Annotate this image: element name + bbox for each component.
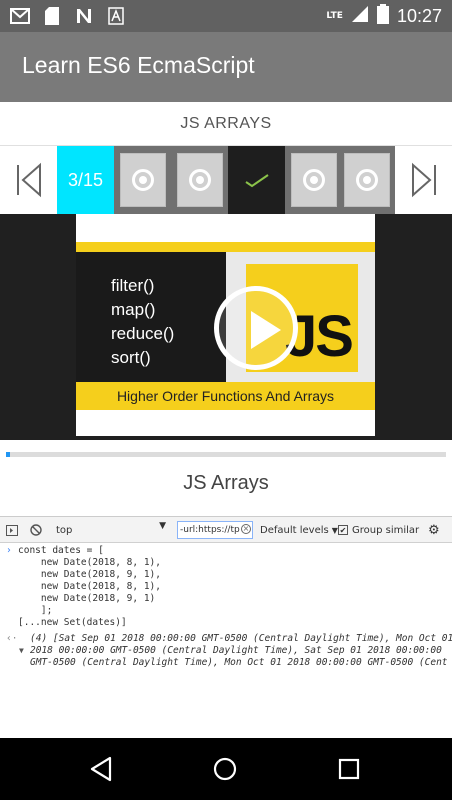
sidebar-icon: [6, 524, 18, 536]
play-button[interactable]: [214, 286, 298, 370]
group-similar-label: Group similar: [352, 524, 420, 536]
skip-previous-icon: [16, 162, 41, 198]
record-icon: [302, 169, 325, 191]
font-a-icon: [106, 6, 126, 26]
console-input-line: new Date(2018, 9, 1),: [18, 569, 161, 580]
console-settings-button[interactable]: ⚙: [428, 517, 440, 543]
dropdown-arrow-icon: ▼: [331, 525, 338, 535]
next-lesson-button[interactable]: [395, 146, 452, 214]
n-app-icon: [74, 6, 94, 26]
clear-console-button[interactable]: [30, 517, 42, 543]
skip-next-icon: [411, 162, 436, 198]
console-input-line: new Date(2018, 8, 1),: [18, 557, 161, 568]
console-result-line: GMT-0500 (Central Daylight Time), Mon Oc…: [30, 657, 448, 668]
context-select[interactable]: top ▼: [56, 521, 168, 539]
console-output: › const dates = [ new Date(2018, 8, 1), n…: [0, 545, 452, 669]
check-icon: [244, 174, 269, 188]
log-levels-label: Default levels: [260, 524, 329, 536]
expand-triangle-icon[interactable]: ▼: [19, 645, 24, 657]
lesson-pager: 3/15: [0, 146, 452, 214]
android-nav-bar: [0, 738, 452, 800]
lesson-title: JS Arrays: [183, 472, 269, 494]
app-title: Learn ES6 EcmaScript: [22, 52, 255, 78]
section-title: JS ARRAYS: [180, 115, 272, 132]
play-icon: [251, 311, 281, 349]
lesson-title-area: JS Arrays: [0, 470, 452, 516]
signal-icon: [351, 5, 369, 27]
record-icon: [188, 169, 211, 191]
home-button[interactable]: [210, 754, 242, 784]
recents-square-icon: [338, 758, 360, 780]
thumbnail-code-item: reduce(): [111, 324, 175, 343]
back-button[interactable]: [86, 754, 118, 784]
section-header: JS ARRAYS: [0, 102, 452, 146]
video-progress-fill: [6, 452, 11, 457]
thumbnail-code-item: map(): [111, 300, 156, 319]
devtools-console: top ▼ × Default levels ▼ ✔ Group similar…: [0, 516, 452, 738]
lesson-slot-5[interactable]: [338, 146, 395, 214]
network-type: LTE: [326, 11, 343, 21]
previous-lesson-button[interactable]: [0, 146, 57, 214]
console-sidebar-toggle[interactable]: [6, 517, 18, 543]
console-result-line[interactable]: ‹· (4) [Sat Sep 01 2018 00:00:00 GMT-0500…: [0, 633, 452, 645]
record-icon: [355, 169, 378, 191]
back-triangle-icon: [90, 756, 112, 782]
status-right: LTE 10:27: [326, 4, 442, 28]
video-player[interactable]: filter() map() reduce() sort() JS Higher…: [0, 214, 452, 440]
console-input-line: › const dates = [: [6, 545, 104, 556]
dropdown-arrow-icon: ▼: [159, 521, 166, 531]
clock: 10:27: [396, 5, 442, 26]
lesson-slot-4[interactable]: [285, 146, 342, 214]
console-result-line[interactable]: ▼ 2018 00:00:00 GMT-0500 (Central Dayligh…: [0, 645, 452, 657]
sd-card-icon: [42, 6, 62, 26]
status-bar: LTE 10:27: [0, 0, 452, 32]
group-similar-toggle[interactable]: ✔ Group similar: [338, 517, 419, 543]
thumbnail-code-list: filter() map() reduce() sort(): [111, 274, 174, 370]
console-input-line: [...new Set(dates)]: [18, 617, 127, 628]
record-icon: [131, 169, 154, 191]
console-input-line: new Date(2018, 9, 1): [18, 593, 156, 604]
block-icon: [30, 524, 42, 536]
app-bar: Learn ES6 EcmaScript: [0, 32, 452, 102]
prompt-icon: ›: [6, 545, 12, 556]
thumbnail-code-item: sort(): [111, 348, 151, 367]
thumbnail-code-item: filter(): [111, 276, 155, 295]
lesson-slot-2[interactable]: [171, 146, 228, 214]
video-progress-bar[interactable]: [6, 452, 446, 457]
lesson-slot-1[interactable]: [114, 146, 171, 214]
checkbox-icon[interactable]: ✔: [338, 525, 348, 535]
home-circle-icon: [213, 757, 237, 781]
battery-icon: [376, 4, 389, 28]
gear-icon: ⚙: [428, 522, 440, 538]
recents-button[interactable]: [334, 754, 366, 784]
lesson-slot-current[interactable]: [228, 146, 285, 214]
notification-icons: [10, 6, 126, 26]
video-progress-area: [0, 440, 452, 470]
console-toolbar: top ▼ × Default levels ▼ ✔ Group similar…: [0, 517, 452, 543]
context-select-value: top: [56, 524, 73, 536]
page-counter: 3/15: [57, 146, 114, 214]
console-input-line: ];: [18, 605, 53, 616]
thumbnail-banner: Higher Order Functions And Arrays: [76, 382, 375, 410]
clear-filter-icon[interactable]: ×: [241, 524, 251, 534]
gmail-icon: [10, 6, 30, 26]
result-arrow-icon: ‹·: [6, 633, 18, 644]
video-thumbnail: filter() map() reduce() sort() JS Higher…: [76, 214, 375, 436]
console-input-line: new Date(2018, 8, 1),: [18, 581, 161, 592]
log-levels-dropdown[interactable]: Default levels ▼: [260, 517, 338, 543]
